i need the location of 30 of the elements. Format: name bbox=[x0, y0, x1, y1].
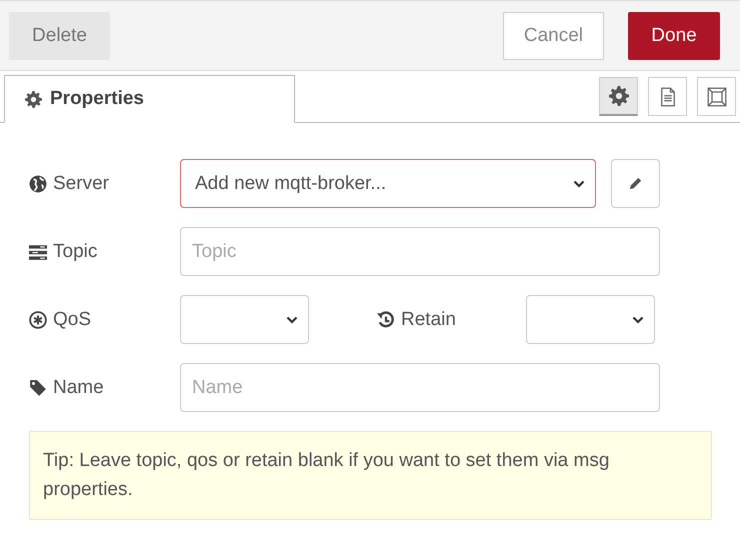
pencil-icon bbox=[628, 176, 643, 191]
properties-tab[interactable]: Properties bbox=[4, 75, 295, 123]
tag-icon bbox=[29, 378, 47, 396]
chevron-down-icon bbox=[286, 316, 298, 324]
frame-icon bbox=[706, 86, 726, 106]
gear-icon bbox=[608, 86, 628, 106]
input-field[interactable]: Topic bbox=[180, 227, 660, 276]
field-label: Topic bbox=[53, 240, 98, 262]
tip-text: Tip: Leave topic, qos or retain blank if you want to set them via msg properties. bbox=[29, 431, 712, 520]
field-label: QoS bbox=[53, 308, 92, 330]
done-button[interactable]: Done bbox=[628, 12, 720, 60]
history-icon bbox=[377, 310, 395, 328]
action-button[interactable]: Cancel bbox=[502, 12, 604, 60]
dropdown-field[interactable] bbox=[526, 295, 655, 344]
chevron-down-icon bbox=[632, 316, 644, 324]
gear-icon bbox=[25, 90, 42, 108]
field-label: Server bbox=[53, 172, 109, 194]
field-label: Retain bbox=[401, 308, 456, 330]
action-button[interactable]: Delete bbox=[9, 12, 110, 60]
globe-icon bbox=[29, 174, 47, 192]
dropdown-field[interactable]: Add new mqtt-broker... bbox=[180, 159, 596, 208]
asterisk-circle-icon bbox=[29, 310, 47, 328]
document-tab-button[interactable] bbox=[648, 77, 687, 116]
gear-tab-button[interactable] bbox=[599, 77, 638, 116]
input-field[interactable]: Name bbox=[180, 363, 660, 412]
list-icon bbox=[29, 242, 47, 260]
field-label: Name bbox=[53, 376, 104, 398]
dropdown-field[interactable] bbox=[180, 295, 309, 344]
frame-tab-button[interactable] bbox=[697, 77, 736, 116]
chevron-down-icon bbox=[573, 180, 585, 188]
